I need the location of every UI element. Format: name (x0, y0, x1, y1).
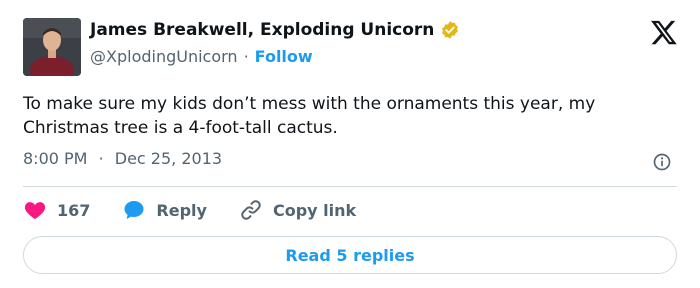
read-replies-button[interactable]: Read 5 replies (23, 236, 677, 274)
read-replies-label: Read 5 replies (285, 245, 415, 265)
author-display-name[interactable]: James Breakwell, Exploding Unicorn (90, 20, 434, 40)
avatar-photo-icon (23, 18, 81, 76)
like-button[interactable]: 167 (23, 198, 90, 222)
reply-bubble-icon (124, 201, 144, 219)
divider (23, 186, 677, 187)
link-icon (241, 200, 261, 220)
handle-separator: · (243, 47, 249, 66)
tweet-embed-card: James Breakwell, Exploding Unicorn @Xplo… (0, 0, 700, 288)
tweet-actions: 167 Reply Copy link (23, 198, 388, 222)
heart-icon (24, 202, 46, 219)
author-handle-row: @XplodingUnicorn · Follow (90, 47, 313, 66)
timestamp-separator: · (98, 149, 104, 168)
info-icon[interactable] (652, 152, 672, 172)
author-name-row: James Breakwell, Exploding Unicorn (90, 20, 460, 40)
tweet-time: 8:00 PM (23, 149, 88, 168)
verified-badge-icon (442, 21, 459, 39)
tweet-date: Dec 25, 2013 (114, 149, 223, 168)
reply-label: Reply (156, 200, 207, 220)
tweet-text: To make sure my kids don’t mess with the… (23, 94, 596, 138)
reply-button[interactable]: Reply (122, 198, 207, 222)
follow-link[interactable]: Follow (255, 47, 313, 66)
author-handle[interactable]: @XplodingUnicorn (90, 47, 238, 66)
x-logo-icon[interactable] (650, 18, 678, 46)
avatar[interactable] (23, 18, 81, 76)
copy-link-button[interactable]: Copy link (239, 198, 356, 222)
copy-link-label: Copy link (272, 200, 357, 220)
tweet-timestamp[interactable]: 8:00 PM · Dec 25, 2013 (23, 149, 222, 168)
like-count: 167 (57, 200, 91, 220)
